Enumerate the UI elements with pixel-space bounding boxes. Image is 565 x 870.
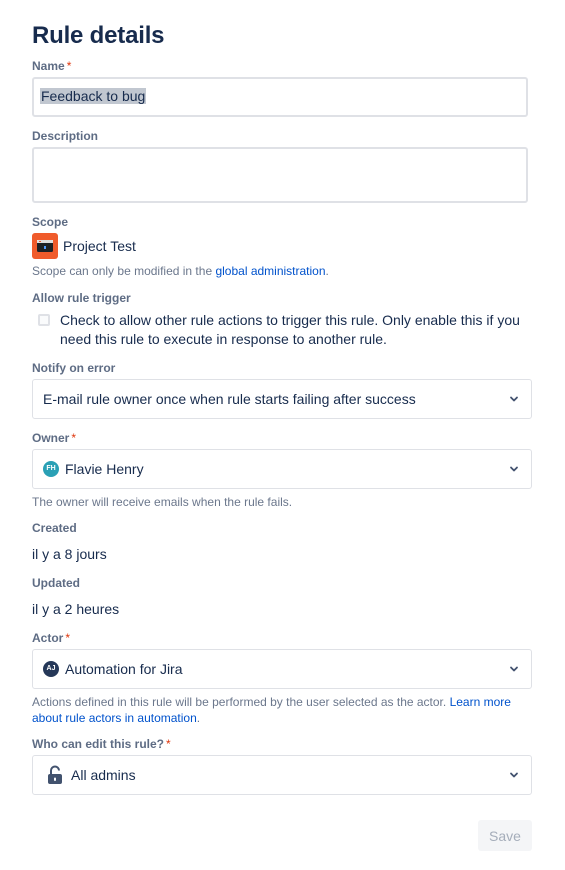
owner-select[interactable]: FH Flavie Henry [32, 449, 532, 489]
description-label: Description [32, 129, 99, 143]
editors-select-value: All admins [71, 767, 136, 783]
name-input[interactable]: Feedback to bug [32, 77, 528, 117]
required-marker: * [65, 631, 71, 645]
chevron-down-icon [510, 396, 518, 402]
required-marker: * [66, 59, 72, 73]
required-marker: * [71, 431, 77, 445]
unlock-icon [48, 765, 62, 784]
allow-trigger-label: Allow rule trigger [32, 291, 131, 305]
actor-select[interactable]: AJ Automation for Jira [32, 649, 532, 689]
name-input-value: Feedback to bug [40, 88, 147, 104]
actor-select-value: Automation for Jira [65, 661, 183, 677]
page-title: Rule details [32, 22, 165, 49]
name-label: Name * [32, 59, 71, 73]
allow-trigger-checkbox[interactable] [38, 314, 50, 326]
chevron-down-icon [510, 772, 518, 778]
save-button[interactable]: Save [478, 820, 532, 851]
updated-label: Updated [32, 576, 80, 590]
created-value: il y a 8 jours [32, 546, 107, 562]
description-textarea[interactable] [32, 147, 528, 203]
notify-select-value: E-mail rule owner once when rule starts … [43, 391, 416, 407]
editors-label: Who can edit this rule? * [32, 737, 171, 751]
avatar: FH [43, 461, 59, 477]
editors-select[interactable]: All admins [32, 755, 532, 795]
chevron-down-icon [510, 666, 518, 672]
owner-label: Owner * [32, 431, 77, 445]
project-icon [32, 233, 58, 259]
actor-help: Actions defined in this rule will be per… [32, 695, 511, 725]
scope-help: Scope can only be modified in the global… [32, 264, 329, 278]
actor-label: Actor * [32, 631, 71, 645]
owner-help: The owner will receive emails when the r… [32, 495, 293, 509]
updated-value: il y a 2 heures [32, 601, 120, 617]
chevron-down-icon [510, 466, 518, 472]
scope-project-name: Project Test [63, 238, 136, 254]
notify-select[interactable]: E-mail rule owner once when rule starts … [32, 379, 532, 419]
allow-trigger-checkbox-label[interactable]: Check to allow other rule actions to tri… [60, 311, 530, 349]
owner-select-value: Flavie Henry [65, 461, 144, 477]
name-label-text: Name [32, 59, 65, 73]
avatar: AJ [43, 661, 59, 677]
created-label: Created [32, 521, 77, 535]
global-administration-link[interactable]: global administration [215, 264, 325, 278]
notify-label: Notify on error [32, 361, 116, 375]
scope-label: Scope [32, 215, 69, 229]
required-marker: * [166, 737, 171, 751]
